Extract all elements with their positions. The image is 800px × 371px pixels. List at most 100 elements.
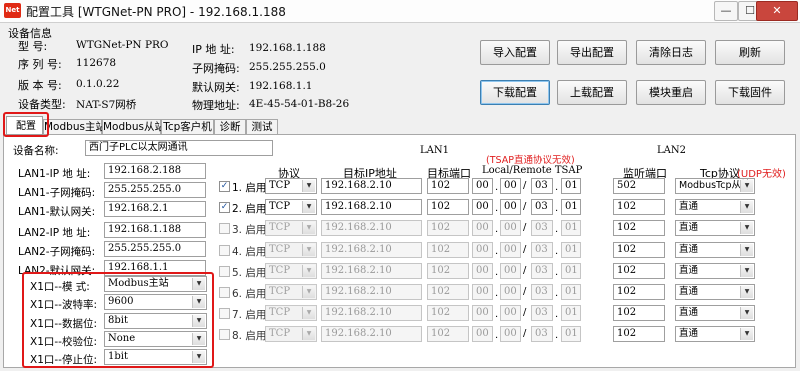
tsap-remote-1-input[interactable]: 03 xyxy=(531,220,553,236)
target-ip-input[interactable]: 192.168.2.10 xyxy=(321,199,422,215)
target-ip-input[interactable]: 192.168.2.10 xyxy=(321,305,422,321)
tsap-remote-1-input[interactable]: 03 xyxy=(531,242,553,258)
enable-checkbox[interactable] xyxy=(219,287,230,298)
protocol-select[interactable]: TCP ▼ xyxy=(265,220,317,236)
listen-port-input[interactable]: 102 xyxy=(613,242,665,258)
listen-port-input[interactable]: 102 xyxy=(613,263,665,279)
tsap-remote-1-input[interactable]: 03 xyxy=(531,263,553,279)
target-port-input[interactable]: 102 xyxy=(427,263,469,279)
protocol-select[interactable]: TCP ▼ xyxy=(265,178,317,194)
tsap-local-2-input[interactable]: 00 xyxy=(500,263,521,279)
tsap-local-2-input[interactable]: 00 xyxy=(500,220,521,236)
tsap-local-2-input[interactable]: 00 xyxy=(500,199,521,215)
tcp-protocol-select[interactable]: 直通 ▼ xyxy=(675,305,755,321)
tab-test[interactable]: 测试 xyxy=(246,119,278,134)
target-ip-input[interactable]: 192.168.2.10 xyxy=(321,263,422,279)
tsap-remote-2-input[interactable]: 01 xyxy=(561,305,581,321)
x1-parity-select[interactable]: None ▼ xyxy=(104,331,207,347)
protocol-select[interactable]: TCP ▼ xyxy=(265,284,317,300)
protocol-select[interactable]: TCP ▼ xyxy=(265,326,317,342)
listen-port-input[interactable]: 102 xyxy=(613,284,665,300)
tab-modbus-master[interactable]: Modbus主站 xyxy=(43,119,106,134)
tsap-local-1-input[interactable]: 00 xyxy=(472,220,493,236)
tcp-protocol-select[interactable]: 直通 ▼ xyxy=(675,326,755,342)
tsap-local-1-input[interactable]: 00 xyxy=(472,284,493,300)
x1-data-bits-select[interactable]: 8bit ▼ xyxy=(104,313,207,329)
close-button[interactable]: ✕ xyxy=(756,1,798,21)
protocol-select[interactable]: TCP ▼ xyxy=(265,199,317,215)
tsap-remote-2-input[interactable]: 01 xyxy=(561,242,581,258)
tab-tcp-client[interactable]: Tcp客户机 xyxy=(161,119,214,134)
lan1-ip-input[interactable]: 192.168.2.188 xyxy=(104,163,206,179)
target-port-input[interactable]: 102 xyxy=(427,326,469,342)
tcp-protocol-select[interactable]: 直通 ▼ xyxy=(675,263,755,279)
target-port-input[interactable]: 102 xyxy=(427,284,469,300)
protocol-select[interactable]: TCP ▼ xyxy=(265,263,317,279)
lan1-gateway-input[interactable]: 192.168.2.1 xyxy=(104,201,206,217)
tsap-local-1-input[interactable]: 00 xyxy=(472,326,493,342)
tcp-protocol-select[interactable]: 直通 ▼ xyxy=(675,284,755,300)
tsap-remote-1-input[interactable]: 03 xyxy=(531,178,553,194)
target-port-input[interactable]: 102 xyxy=(427,199,469,215)
tsap-local-1-input[interactable]: 00 xyxy=(472,178,493,194)
tsap-remote-1-input[interactable]: 03 xyxy=(531,199,553,215)
download-config-button[interactable]: 下载配置 xyxy=(480,80,550,105)
target-port-input[interactable]: 102 xyxy=(427,220,469,236)
tsap-local-2-input[interactable]: 00 xyxy=(500,284,521,300)
target-port-input[interactable]: 102 xyxy=(427,305,469,321)
tsap-local-1-input[interactable]: 00 xyxy=(472,242,493,258)
x1-mode-select[interactable]: Modbus主站 ▼ xyxy=(104,276,207,292)
lan1-mask-input[interactable]: 255.255.255.0 xyxy=(104,182,206,198)
enable-checkbox[interactable] xyxy=(219,329,230,340)
listen-port-input[interactable]: 102 xyxy=(613,305,665,321)
target-port-input[interactable]: 102 xyxy=(427,242,469,258)
tsap-remote-2-input[interactable]: 01 xyxy=(561,199,581,215)
tsap-local-1-input[interactable]: 00 xyxy=(472,263,493,279)
target-ip-input[interactable]: 192.168.2.10 xyxy=(321,178,422,194)
enable-checkbox[interactable] xyxy=(219,266,230,277)
tsap-local-2-input[interactable]: 00 xyxy=(500,178,521,194)
tsap-remote-1-input[interactable]: 03 xyxy=(531,305,553,321)
target-ip-input[interactable]: 192.168.2.10 xyxy=(321,284,422,300)
tcp-protocol-select[interactable]: 直通 ▼ xyxy=(675,199,755,215)
enable-checkbox[interactable]: ✓ xyxy=(219,202,230,213)
upload-config-button[interactable]: 上载配置 xyxy=(557,80,627,105)
tsap-local-2-input[interactable]: 00 xyxy=(500,305,521,321)
tcp-protocol-select[interactable]: 直通 ▼ xyxy=(675,242,755,258)
lan2-ip-input[interactable]: 192.168.1.188 xyxy=(104,222,206,238)
enable-checkbox[interactable]: ✓ xyxy=(219,181,230,192)
listen-port-input[interactable]: 502 xyxy=(613,178,665,194)
tsap-remote-2-input[interactable]: 01 xyxy=(561,263,581,279)
x1-stop-bits-select[interactable]: 1bit ▼ xyxy=(104,349,207,365)
enable-checkbox[interactable] xyxy=(219,223,230,234)
target-ip-input[interactable]: 192.168.2.10 xyxy=(321,242,422,258)
tsap-local-2-input[interactable]: 00 xyxy=(500,326,521,342)
tsap-remote-1-input[interactable]: 03 xyxy=(531,326,553,342)
tab-diagnostics[interactable]: 诊断 xyxy=(214,119,246,134)
tsap-local-1-input[interactable]: 00 xyxy=(472,305,493,321)
tcp-protocol-select[interactable]: 直通 ▼ xyxy=(675,220,755,236)
download-firmware-button[interactable]: 下载固件 xyxy=(715,80,785,105)
protocol-select[interactable]: TCP ▼ xyxy=(265,242,317,258)
clear-log-button[interactable]: 清除日志 xyxy=(636,40,706,65)
target-port-input[interactable]: 102 xyxy=(427,178,469,194)
x1-baud-select[interactable]: 9600 ▼ xyxy=(104,294,207,310)
tcp-protocol-select[interactable]: ModbusTcp从站 ▼ xyxy=(675,178,755,194)
refresh-button[interactable]: 刷新 xyxy=(715,40,785,65)
reboot-module-button[interactable]: 模块重启 xyxy=(636,80,706,105)
device-name-input[interactable]: 西门子PLC以太网通讯 xyxy=(85,140,273,156)
lan2-mask-input[interactable]: 255.255.255.0 xyxy=(104,241,206,257)
tab-modbus-slave[interactable]: Modbus从站 xyxy=(102,119,165,134)
listen-port-input[interactable]: 102 xyxy=(613,220,665,236)
tsap-remote-2-input[interactable]: 01 xyxy=(561,220,581,236)
import-config-button[interactable]: 导入配置 xyxy=(480,40,550,65)
listen-port-input[interactable]: 102 xyxy=(613,199,665,215)
listen-port-input[interactable]: 102 xyxy=(613,326,665,342)
export-config-button[interactable]: 导出配置 xyxy=(557,40,627,65)
target-ip-input[interactable]: 192.168.2.10 xyxy=(321,220,422,236)
enable-checkbox[interactable] xyxy=(219,308,230,319)
tsap-remote-2-input[interactable]: 01 xyxy=(561,326,581,342)
tsap-local-1-input[interactable]: 00 xyxy=(472,199,493,215)
minimize-button[interactable]: — xyxy=(714,1,738,21)
enable-checkbox[interactable] xyxy=(219,245,230,256)
